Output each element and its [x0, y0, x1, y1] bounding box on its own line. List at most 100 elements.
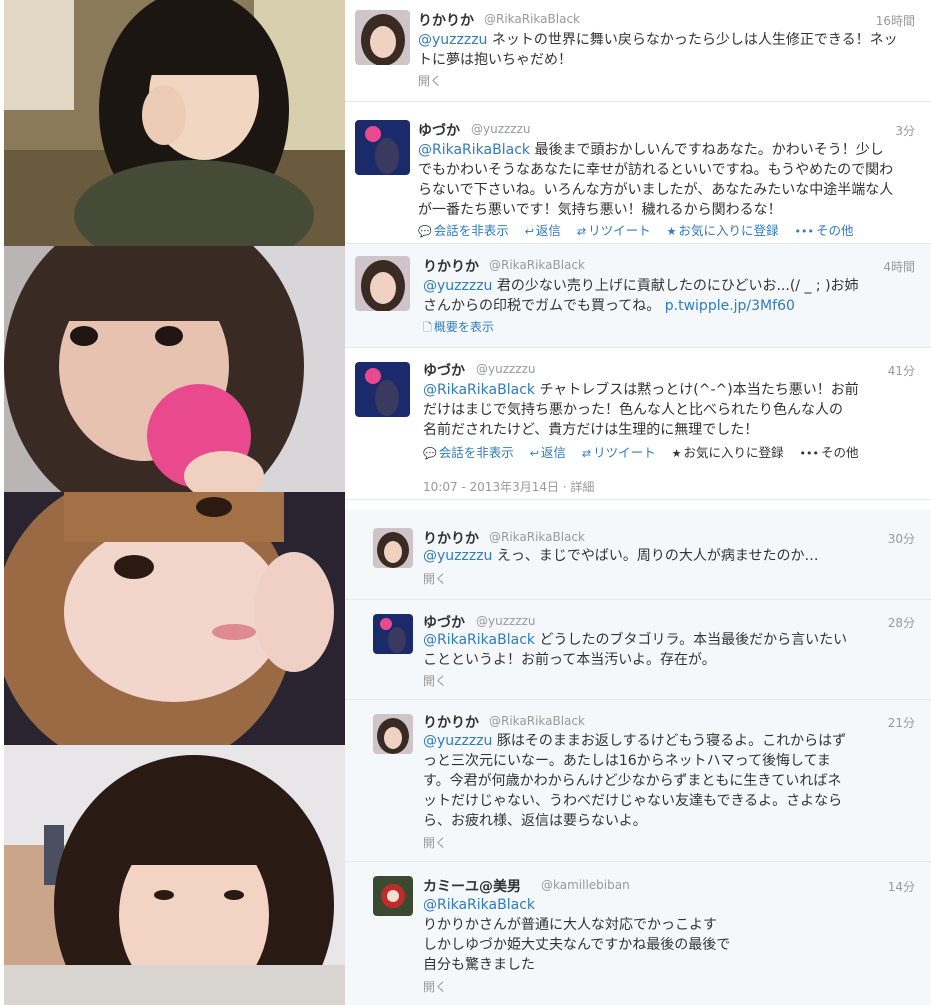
favorite-button[interactable]: ★ お気に入りに登録 [672, 445, 784, 460]
tweet-time[interactable]: 4時間 [883, 258, 915, 275]
tweet-text: @RikaRikaBlack りかりかさんが普通に大人な対応でかっこよす しかし… [423, 895, 923, 975]
tweet-time[interactable]: 16時間 [876, 12, 915, 29]
favorite-button[interactable]: ★ お気に入りに登録 [667, 223, 779, 238]
tweet-text-line: 名前だされたけど、貴方だけは生理的に無理でした！ [423, 422, 759, 438]
retweet-icon: ⇄ [576, 225, 587, 238]
tweet-text-line: だけはまじで気持ち悪かった！色んな人と比べられたり色んな人の [423, 402, 843, 418]
tweet-text-line: らないで下さいね。いろんな方がいましたが、あなたみたいな中途半端な人 [418, 182, 894, 198]
tweet-text: @RikaRikaBlack チャトレブスは黙っとけ(^-^)本当たち悪い！お前… [423, 380, 923, 440]
mention-link[interactable]: @yuzzzzu [418, 32, 487, 48]
tweet-text-line: が一番たち悪いです！気持ち悪い！穢れるから関わるな！ [418, 202, 782, 218]
tweet-text-line: 最後まで頭おかしいんですねあなた。かわいそう！少し [530, 142, 884, 158]
user-handle[interactable]: @RikaRikaBlack [489, 258, 585, 272]
tweet-time[interactable]: 30分 [888, 530, 915, 547]
tweet-text-line: す。今君が何歳かわからんけど少なからずまともに生きていればネ [423, 773, 842, 789]
action-label: 会話を非表示 [438, 445, 514, 460]
more-button[interactable]: ••• その他 [795, 223, 854, 238]
tweet-text-line: ことというよ！お前って本当汚いよ。存在が。 [423, 652, 716, 668]
user-name[interactable]: りかりか [423, 528, 479, 548]
user-name[interactable]: りかりか [423, 712, 479, 732]
expand-link[interactable]: 開く [423, 978, 447, 995]
tweet: りかりか @RikaRikaBlack 16時間 @yuzzzzu ネットの世界… [345, 0, 931, 102]
reply-icon: ↩ [529, 447, 539, 460]
avatar[interactable] [355, 256, 410, 311]
avatar[interactable] [373, 714, 413, 754]
user-handle[interactable]: @yuzzzzu [476, 614, 536, 628]
speech-bubble-icon: 💬 [418, 225, 432, 238]
mention-link[interactable]: @RikaRikaBlack [423, 382, 535, 398]
tweet-text-line: しかしゆづか姫大丈夫なんですかね最後の最後で [423, 937, 731, 953]
tweet-actions: 💬 会話を非表示 ↩ 返信 ⇄ リツイート ★ お気に入りに登録 ••• その他 [418, 220, 866, 239]
tweet-text-line: えっ、まじでやばい。周りの大人が病ませたのか… [492, 548, 819, 564]
photo-4 [4, 745, 345, 1005]
user-handle[interactable]: @yuzzzzu [476, 362, 536, 376]
mention-link[interactable]: @RikaRikaBlack [423, 632, 535, 648]
tweet-text-line: ネットの世界に舞い戻らなかったら少しは人生修正できる！ネッ [487, 32, 898, 48]
mention-link[interactable]: @yuzzzzu [423, 733, 492, 749]
user-handle[interactable]: @RikaRikaBlack [489, 530, 585, 544]
retweet-button[interactable]: ⇄ リツイート [577, 223, 651, 238]
view-summary-link[interactable]: 🗋 概要を表示 [423, 318, 494, 338]
mention-link[interactable]: @yuzzzzu [423, 278, 492, 294]
reply-button[interactable]: ↩ 返信 [525, 223, 561, 238]
user-name[interactable]: ゆづか [423, 360, 465, 380]
hide-conversation-button[interactable]: 💬 会話を非表示 [423, 445, 514, 460]
speech-bubble-icon: 💬 [423, 447, 437, 460]
tweet-time[interactable]: 3分 [895, 122, 915, 139]
user-name[interactable]: りかりか [423, 256, 479, 276]
expand-link[interactable]: 開く [418, 72, 442, 89]
more-dots-icon: ••• [794, 225, 814, 238]
tweet-text: @yuzzzzu ネットの世界に舞い戻らなかったら少しは人生修正できる！ネッ ト… [418, 30, 918, 70]
tweet-text-line: 自分も驚きました [423, 957, 535, 973]
avatar[interactable] [355, 10, 410, 65]
expand-link[interactable]: 開く [423, 570, 447, 587]
user-handle[interactable]: @RikaRikaBlack [484, 12, 580, 26]
user-name[interactable]: カミーユ@美男 [423, 876, 521, 896]
tweet-text-line: トに夢は抱いちゃだめ！ [418, 52, 572, 68]
tweet: カミーユ@美男 @kamillebiban 14分 @RikaRikaBlack… [345, 862, 931, 1005]
tweet-text-line: 豚はそのままお返しするけどもう寝るよ。これからはず [492, 733, 847, 749]
user-handle[interactable]: @RikaRikaBlack [489, 714, 585, 728]
tweet-time[interactable]: 21分 [888, 714, 915, 731]
tweet-text-line: ットだけじゃない、うわべだけじゃない友達もできるよ。さよなら [423, 793, 843, 809]
user-handle[interactable]: @kamillebiban [541, 878, 630, 892]
action-label: 返信 [535, 223, 561, 238]
mention-link[interactable]: @RikaRikaBlack [418, 142, 530, 158]
photo-link[interactable]: p.twipple.jp/3Mf60 [665, 298, 795, 314]
tweet-text: @yuzzzzu 君の少ない売り上げに貢献したのにひどいお...(/ _ ; )… [423, 276, 923, 316]
star-icon: ★ [671, 447, 682, 460]
expand-link[interactable]: 開く [423, 672, 447, 689]
tweet-time[interactable]: 41分 [888, 362, 915, 379]
avatar[interactable] [355, 120, 410, 175]
tweet-timeline: りかりか @RikaRikaBlack 16時間 @yuzzzzu ネットの世界… [345, 0, 931, 1005]
action-label: その他 [820, 445, 859, 460]
avatar[interactable] [355, 362, 410, 417]
expand-link[interactable]: 開く [423, 834, 447, 851]
mention-link[interactable]: @yuzzzzu [423, 548, 492, 564]
tweet-text: @yuzzzzu 豚はそのままお返しするけどもう寝るよ。これからはず っと三次元… [423, 731, 923, 831]
hide-conversation-button[interactable]: 💬 会話を非表示 [418, 223, 509, 238]
tweet-text-line: さんからの印税でガムでも買ってね。 [423, 298, 661, 314]
user-name[interactable]: ゆづか [418, 120, 460, 140]
user-handle[interactable]: @yuzzzzu [471, 122, 531, 136]
tweet-time[interactable]: 28分 [888, 614, 915, 631]
reply-button[interactable]: ↩ 返信 [530, 445, 566, 460]
tweet-timestamp-detail[interactable]: 10:07 - 2013年3月14日 · 詳細 [423, 478, 594, 495]
mention-link[interactable]: @RikaRikaBlack [423, 897, 535, 913]
retweet-icon: ⇄ [581, 447, 592, 460]
retweet-button[interactable]: ⇄ リツイート [582, 445, 656, 460]
tweet-text-line: ら、お疲れ様、返信は要らないよ。 [423, 813, 647, 829]
summary-label: 概要を表示 [433, 320, 494, 334]
tweet-actions: 💬 会話を非表示 ↩ 返信 ⇄ リツイート ★ お気に入りに登録 ••• その他 [423, 442, 871, 461]
user-name[interactable]: りかりか [418, 10, 474, 30]
action-label: お気に入りに登録 [683, 445, 784, 460]
tweet-text-line: りかりかさんが普通に大人な対応でかっこよす [423, 917, 717, 933]
photo-1 [4, 0, 345, 246]
user-name[interactable]: ゆづか [423, 612, 465, 632]
tweet-time[interactable]: 14分 [888, 878, 915, 895]
document-icon: 🗋 [423, 321, 432, 334]
avatar[interactable] [373, 528, 413, 568]
avatar[interactable] [373, 614, 413, 654]
avatar[interactable] [373, 876, 413, 916]
more-button[interactable]: ••• その他 [800, 445, 859, 460]
